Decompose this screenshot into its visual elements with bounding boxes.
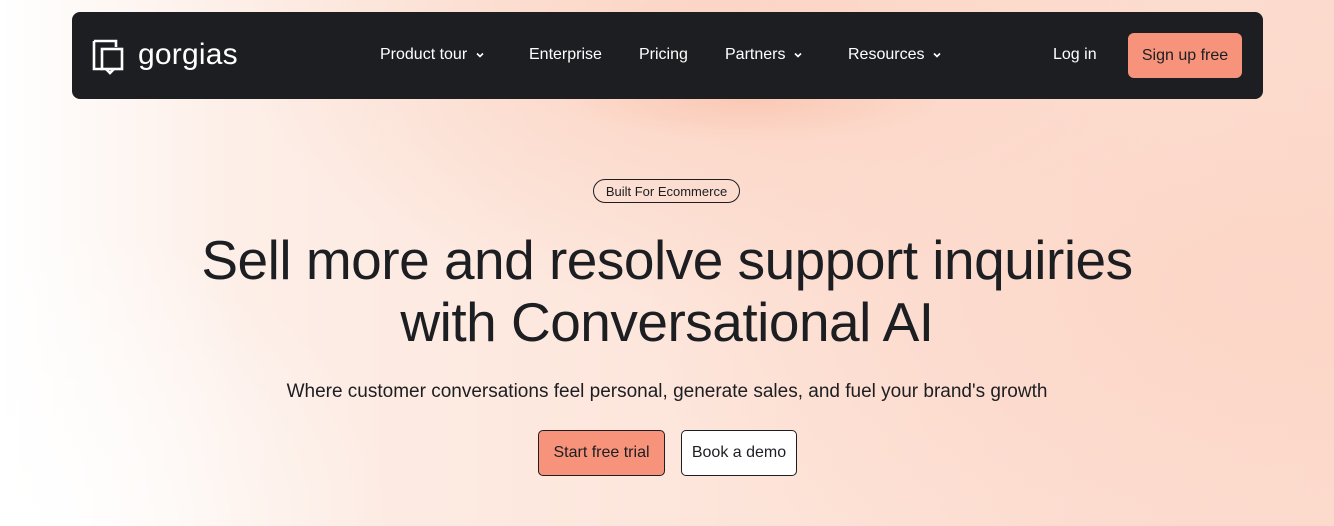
hero-subtitle: Where customer conversations feel person… <box>286 381 1048 402</box>
nav-item-label: Resources <box>848 46 925 63</box>
hero-headline-line-2: with Conversational AI <box>400 291 934 353</box>
chevron-down-icon <box>933 52 942 58</box>
gorgias-logo-icon <box>92 39 124 75</box>
nav-item-label: Enterprise <box>529 46 602 63</box>
nav-item-product-tour[interactable]: Product tour <box>380 43 485 67</box>
nav-item-enterprise[interactable]: Enterprise <box>529 43 602 67</box>
signup-button[interactable]: Sign up free <box>1128 33 1242 78</box>
nav-item-partners[interactable]: Partners <box>725 43 803 67</box>
chevron-down-icon <box>476 52 484 58</box>
nav-item-label: Product tour <box>380 46 468 63</box>
nav-item-label: Partners <box>725 46 786 63</box>
chevron-down-icon <box>794 52 803 58</box>
category-badge: Built For Ecommerce <box>593 179 740 203</box>
login-link[interactable]: Log in <box>1053 43 1097 67</box>
logo[interactable]: gorgias <box>92 39 238 75</box>
nav-item-pricing[interactable]: Pricing <box>639 43 688 67</box>
hero-headline-line-1: Sell more and resolve support inquiries <box>201 229 1133 291</box>
start-free-trial-button[interactable]: Start free trial <box>538 430 665 476</box>
nav-item-label: Pricing <box>639 46 688 63</box>
logo-text: gorgias <box>138 38 238 71</box>
nav-item-resources[interactable]: Resources <box>848 43 942 67</box>
top-navbar: gorgias Product tour Enterprise Pricing … <box>72 12 1263 99</box>
book-demo-button[interactable]: Book a demo <box>681 430 797 476</box>
